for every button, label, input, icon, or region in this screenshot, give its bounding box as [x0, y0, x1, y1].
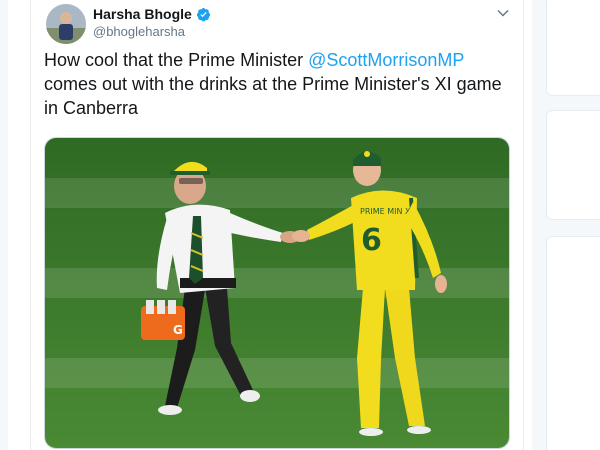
tweet-text-after: comes out with the drinks at the Prime M… — [44, 74, 502, 118]
svg-text:G: G — [173, 323, 183, 337]
avatar-image — [46, 4, 86, 44]
mention-link[interactable]: @ScottMorrisonMP — [308, 50, 464, 70]
left-background-strip — [0, 0, 8, 450]
tweet-text-before: How cool that the Prime Minister — [44, 50, 309, 70]
sidebar-card-top — [546, 0, 600, 96]
photo-cricket-field: G PRIME MIN XI 6 — [45, 138, 509, 448]
author-handle[interactable]: @bhogleharsha — [93, 24, 185, 39]
sidebar-card-middle — [546, 110, 600, 220]
tweet-photo[interactable]: G PRIME MIN XI 6 — [44, 137, 510, 449]
right-sidebar — [532, 0, 600, 450]
author-display-name[interactable]: Harsha Bhogle — [93, 6, 192, 22]
sidebar-card-bottom — [546, 236, 600, 450]
jersey-text: PRIME MIN XI — [360, 207, 413, 216]
tweet-text: How cool that the Prime Minister @ScottM… — [44, 48, 514, 120]
chevron-down-icon[interactable] — [496, 6, 510, 20]
jersey-number: 6 — [361, 223, 382, 258]
author-name-row[interactable]: Harsha Bhogle — [93, 6, 211, 22]
verified-badge-icon — [196, 7, 210, 21]
author-avatar[interactable] — [46, 4, 86, 44]
